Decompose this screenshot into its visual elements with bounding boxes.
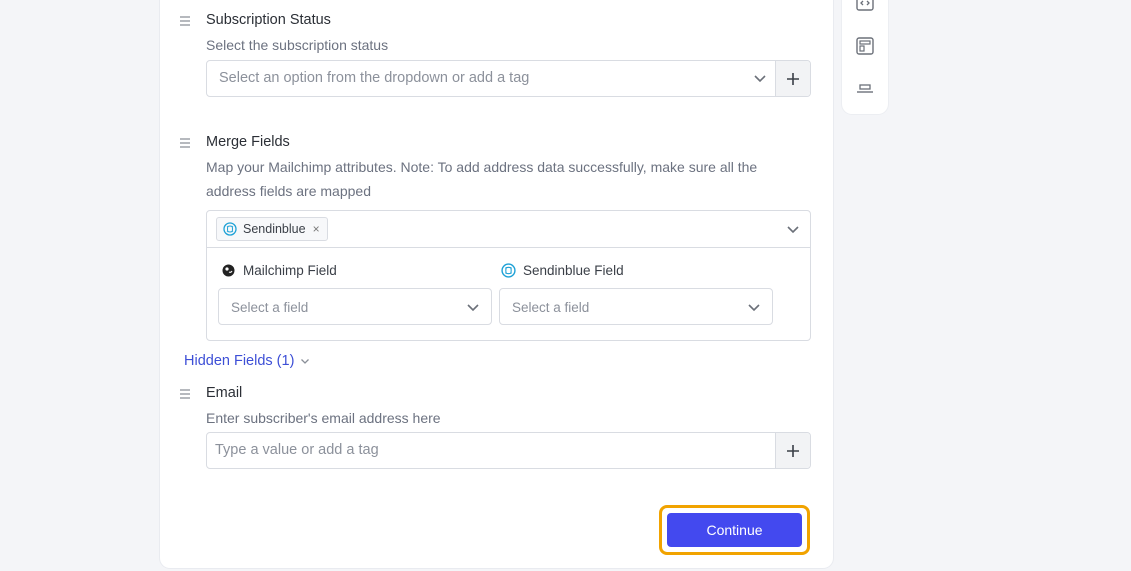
drag-handle-icon[interactable] [179,137,191,149]
mailchimp-field-label: Mailchimp Field [221,263,337,278]
sendinblue-icon [223,222,237,236]
hidden-fields-label: Hidden Fields (1) [184,353,295,369]
continue-focus-ring: Continue [659,505,810,555]
chevron-down-icon[interactable] [785,221,801,237]
merge-fields-description-line2: address fields are mapped [206,183,371,199]
chevron-down-icon[interactable] [746,299,762,315]
layout-icon[interactable] [855,36,875,56]
sendinblue-icon [501,263,516,278]
subscription-status-placeholder: Select an option from the dropdown or ad… [219,70,530,86]
plus-icon [787,444,799,457]
mailchimp-icon [221,263,236,278]
continue-button[interactable]: Continue [667,513,802,547]
integration-select[interactable]: Sendinblue × [207,211,810,248]
plus-icon [787,72,799,85]
email-input[interactable]: Type a value or add a tag [206,432,811,469]
add-tag-button[interactable] [775,433,810,468]
email-placeholder: Type a value or add a tag [215,442,379,458]
hidden-fields-toggle[interactable]: Hidden Fields (1) [184,353,310,369]
chip-close-icon[interactable]: × [313,222,320,236]
sendinblue-field-label: Sendinblue Field [501,263,624,278]
merge-fields-label: Merge Fields [206,134,290,150]
merge-fields-panel: Sendinblue × Mailchimp Field Sendinblue … [206,210,811,341]
sendinblue-chip[interactable]: Sendinblue × [216,217,328,241]
add-tag-button[interactable] [775,61,810,96]
email-description: Enter subscriber's email address here [206,410,441,426]
mailchimp-field-select[interactable]: Select a field [218,288,492,325]
chevron-down-icon[interactable] [752,70,768,86]
footer-block-icon[interactable] [855,81,875,101]
subscription-status-select[interactable]: Select an option from the dropdown or ad… [206,60,811,97]
chevron-down-icon[interactable] [465,299,481,315]
subscription-status-label: Subscription Status [206,12,331,28]
chevron-down-icon [301,359,310,364]
mailchimp-field-placeholder: Select a field [231,300,309,315]
drag-handle-icon[interactable] [179,388,191,400]
code-icon[interactable] [855,0,875,14]
drag-handle-icon[interactable] [179,15,191,27]
merge-fields-description-line1: Map your Mailchimp attributes. Note: To … [206,159,758,175]
sendinblue-field-placeholder: Select a field [512,300,590,315]
side-toolbar [842,0,888,114]
chip-label: Sendinblue [243,222,306,236]
sendinblue-field-select[interactable]: Select a field [499,288,773,325]
email-label: Email [206,385,243,401]
subscription-status-description: Select the subscription status [206,37,389,53]
